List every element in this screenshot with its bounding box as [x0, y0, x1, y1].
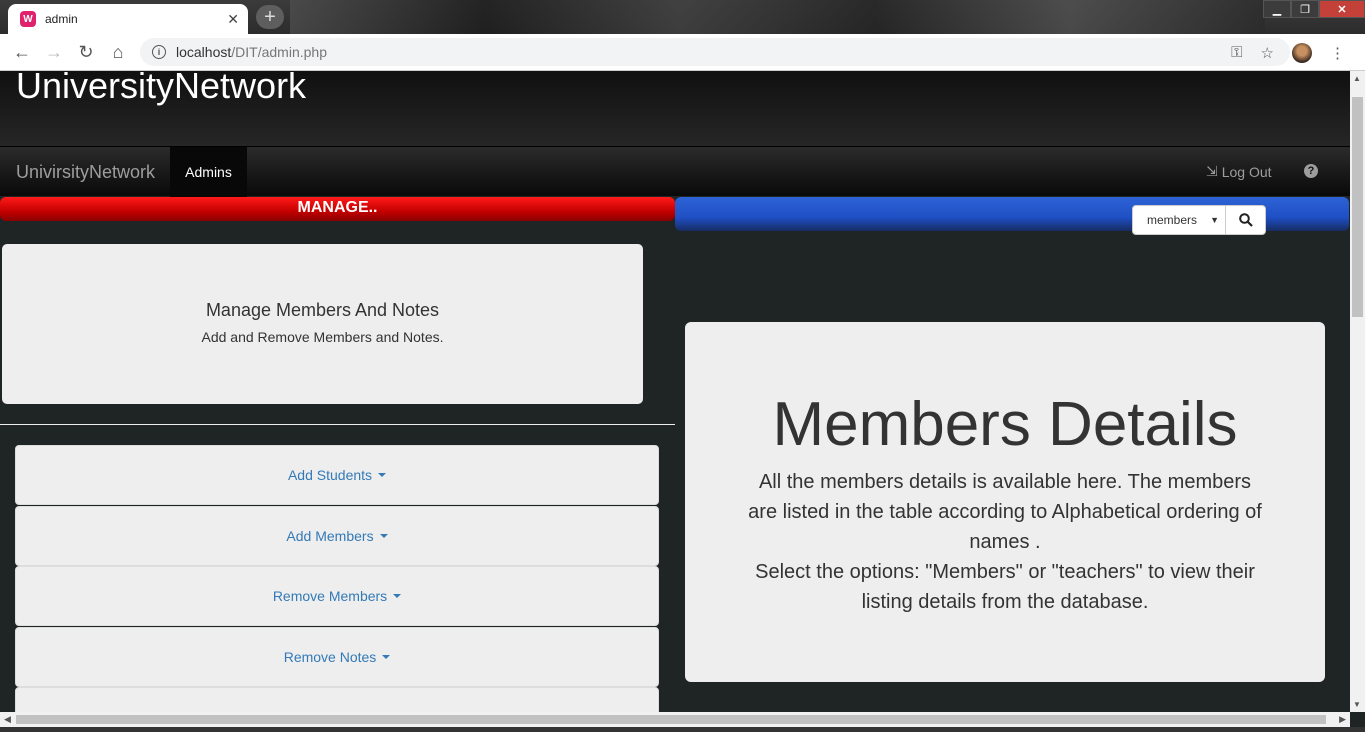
members-details-box: Members Details All the members details … — [685, 322, 1325, 682]
caret-down-icon — [378, 473, 387, 477]
star-icon[interactable]: ☆ — [1261, 44, 1274, 62]
address-bar[interactable]: i localhost/DIT/admin.php — [140, 38, 1290, 66]
logout-icon: ⇲ — [1206, 163, 1218, 179]
page-content: UniversityNetwork UnivirsityNetwork Admi… — [0, 71, 1350, 712]
minimize-icon[interactable]: ▁ — [1263, 0, 1291, 18]
url-host: localhost — [176, 44, 232, 60]
window-background — [290, 0, 1265, 34]
manage-box-title: Manage Members And Notes — [205, 300, 440, 320]
navbar: UnivirsityNetwork Admins ⇲ Log Out ? — [0, 146, 1350, 197]
horizontal-scrollbar[interactable]: ◀ ▶ — [0, 712, 1350, 727]
taskbar — [0, 727, 1365, 732]
back-arrow-icon[interactable]: ← — [6, 36, 38, 68]
avatar[interactable] — [1292, 42, 1312, 63]
panel-add-members[interactable]: Add Members — [15, 506, 659, 566]
details-text: All the members details is available her… — [748, 471, 1262, 553]
chevron-down-icon: ▼ — [1210, 215, 1219, 225]
key-icon[interactable]: ⚿ — [1231, 44, 1242, 61]
caret-down-icon — [393, 594, 402, 598]
browser-tab[interactable]: W admin ✕ — [8, 4, 248, 34]
tab-close-icon[interactable]: ✕ — [227, 11, 239, 28]
scroll-thumb[interactable] — [1352, 97, 1363, 317]
home-icon[interactable]: ⌂ — [102, 36, 134, 68]
toolbar-actions: ⚿ ☆ ⋮ — [1231, 34, 1345, 71]
search-group: members ▼ — [1132, 205, 1266, 235]
panel-label: Add Members — [286, 528, 374, 544]
nav-item-admins[interactable]: Admins — [170, 147, 247, 197]
panel-add-students[interactable]: Add Students — [15, 445, 659, 505]
url-path: /DIT/admin.php — [231, 44, 327, 60]
panel-label: Remove Members — [272, 588, 388, 604]
reload-icon[interactable]: ↻ — [70, 36, 102, 68]
panel-remove-notes[interactable]: Remove Notes — [15, 627, 659, 687]
scroll-down-icon[interactable]: ▼ — [1353, 700, 1361, 709]
scroll-up-icon[interactable]: ▲ — [1353, 74, 1361, 83]
navbar-brand[interactable]: UnivirsityNetwork — [16, 162, 155, 183]
restore-icon[interactable]: ❐ — [1291, 0, 1319, 18]
panel-label: Add Students — [287, 467, 373, 483]
new-tab-button[interactable]: + — [256, 5, 284, 29]
caret-down-icon — [382, 655, 391, 659]
logout-label: Log Out — [1221, 163, 1272, 180]
browser-toolbar: ← → ↻ ⌂ i localhost/DIT/admin.php ⚿ ☆ ⋮ — [0, 34, 1365, 71]
window-close-icon[interactable]: ✕ — [1319, 0, 1365, 18]
browser-tab-strip: W admin ✕ + ▁ ❐ ✕ — [0, 0, 1365, 34]
member-type-select[interactable]: members ▼ — [1132, 205, 1226, 235]
site-header: UniversityNetwork — [0, 71, 1350, 146]
manage-box-subtitle: Add and Remove Members and Notes. — [201, 329, 444, 345]
site-title: UniversityNetwork — [16, 71, 307, 106]
vertical-scrollbar[interactable]: ▲ ▼ — [1350, 71, 1365, 712]
hscroll-thumb[interactable] — [16, 715, 1326, 724]
menu-icon[interactable]: ⋮ — [1330, 44, 1345, 62]
panel-label: Remove Notes — [283, 649, 377, 665]
forward-arrow-icon[interactable]: → — [38, 36, 70, 68]
help-icon[interactable]: ? — [1304, 164, 1318, 178]
caret-down-icon — [379, 534, 388, 538]
details-title: Members Details — [772, 390, 1238, 459]
tab-title: admin — [45, 12, 78, 26]
divider — [0, 424, 675, 425]
search-button[interactable] — [1226, 205, 1266, 235]
panel-remove-members[interactable]: Remove Members — [15, 566, 659, 626]
favicon-icon: W — [20, 11, 36, 27]
details-instructions: Select the options: "Members" or "teache… — [755, 561, 1255, 613]
manage-bar: MANAGE.. — [0, 197, 675, 221]
info-icon[interactable]: i — [152, 45, 166, 59]
window-controls: ▁ ❐ ✕ — [1263, 0, 1365, 18]
select-value: members — [1147, 213, 1198, 227]
manage-box: Manage Members And Notes Add and Remove … — [2, 244, 643, 404]
scroll-left-icon[interactable]: ◀ — [4, 714, 11, 725]
panel-next[interactable] — [15, 687, 659, 712]
logout-link[interactable]: ⇲ Log Out — [1206, 163, 1272, 180]
search-icon — [1238, 213, 1253, 227]
scroll-right-icon[interactable]: ▶ — [1339, 714, 1346, 725]
